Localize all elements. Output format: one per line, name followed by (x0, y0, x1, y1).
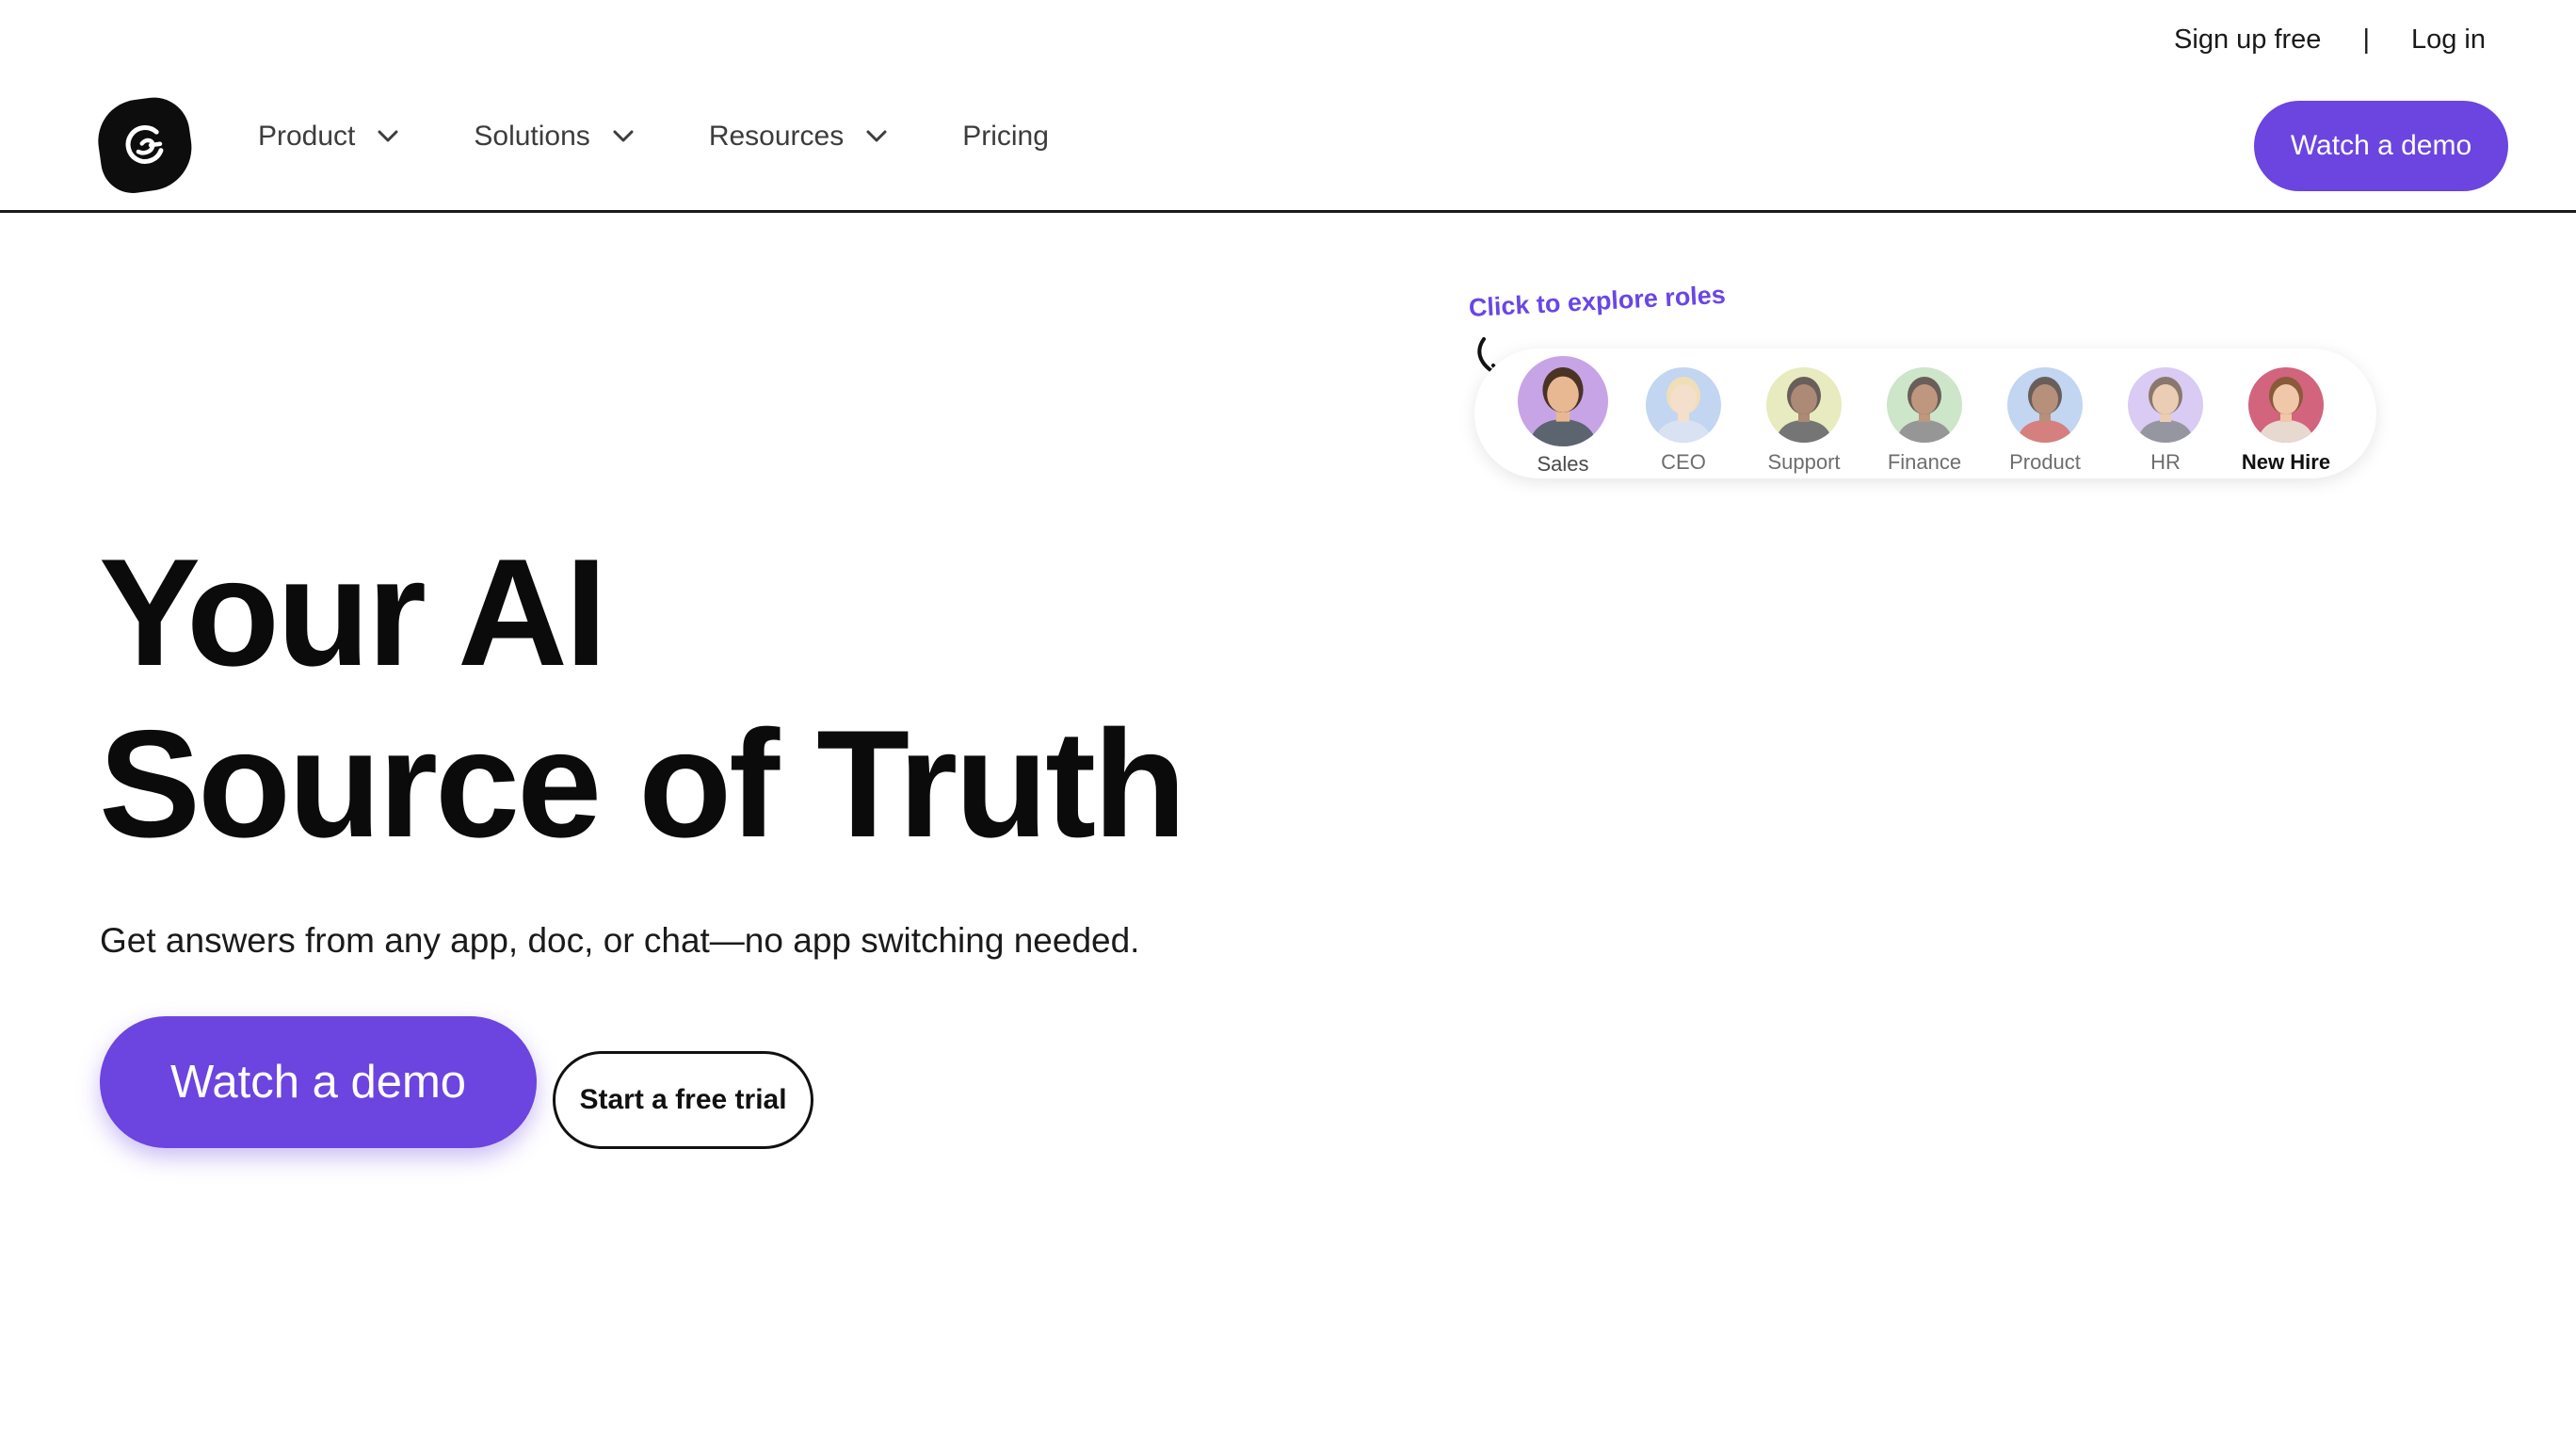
hero-title-line-2: Source of Truth (99, 699, 1186, 869)
person-portrait-icon (1776, 377, 1832, 443)
person-portrait-icon (1655, 377, 1712, 443)
hero-title-line-1: Your AI (99, 527, 607, 698)
role-label: New Hire (2241, 450, 2331, 474)
role-support[interactable]: Support (1759, 356, 1849, 475)
utility-links: Sign up free | Log in (2174, 24, 2486, 56)
nav-item-solutions[interactable]: Solutions (474, 121, 634, 153)
hero-title: Your AI Source of Truth (99, 527, 1186, 870)
role-product[interactable]: Product (2000, 356, 2090, 475)
hero-watch-demo-button[interactable]: Watch a demo (100, 1016, 537, 1148)
avatar (1518, 356, 1608, 446)
nav-item-product[interactable]: Product (258, 121, 398, 153)
nav-item-pricing[interactable]: Pricing (962, 121, 1049, 153)
header-watch-demo-button[interactable]: Watch a demo (2254, 101, 2508, 191)
explore-roles-hint: Click to explore roles (1468, 280, 1727, 322)
nav-item-label: Resources (708, 121, 845, 152)
avatar (1766, 367, 1842, 443)
utility-separator: | (2362, 24, 2370, 55)
nav-item-label: Solutions (474, 121, 590, 152)
chevron-down-icon (866, 130, 887, 142)
role-label: CEO (1661, 450, 1706, 474)
logo-glyph-icon (125, 124, 164, 164)
role-ceo[interactable]: CEO (1638, 356, 1729, 475)
role-new-hire[interactable]: New Hire (2241, 356, 2331, 475)
log-in-link[interactable]: Log in (2411, 24, 2486, 56)
avatar (2248, 367, 2324, 443)
chevron-down-icon (613, 130, 634, 142)
role-label: Finance (1887, 450, 1962, 474)
person-portrait-icon (2258, 377, 2314, 443)
chevron-down-icon (378, 130, 398, 142)
person-portrait-icon (1896, 377, 1953, 443)
hero-subtitle: Get answers from any app, doc, or chat—n… (100, 921, 1140, 960)
avatar (1887, 367, 1962, 443)
role-label: HR (2150, 450, 2181, 474)
nav-item-label: Product (258, 121, 356, 152)
main-nav: Product Solutions Resources Pricing (258, 121, 1049, 153)
avatar (2128, 367, 2203, 443)
brand-logo[interactable] (92, 92, 198, 198)
role-label: Support (1767, 450, 1841, 474)
page: Product Solutions Resources Pricing Watch a… (0, 0, 2576, 1441)
start-free-trial-button[interactable]: Start a free trial (553, 1051, 813, 1149)
role-selector: Sales CEO Support Finance Product HR New Hire (1474, 348, 2376, 478)
person-portrait-icon (2017, 377, 2073, 443)
person-portrait-icon (2137, 377, 2194, 443)
nav-item-label: Pricing (962, 121, 1049, 152)
role-finance[interactable]: Finance (1879, 356, 1970, 475)
role-hr[interactable]: HR (2120, 356, 2211, 475)
nav-item-resources[interactable]: Resources (709, 121, 887, 153)
avatar (1646, 367, 1721, 443)
role-label: Product (2009, 450, 2081, 474)
sign-up-link[interactable]: Sign up free (2174, 24, 2321, 56)
role-label: Sales (1537, 452, 1589, 476)
avatar (2007, 367, 2083, 443)
person-portrait-icon (1529, 367, 1597, 446)
role-sales[interactable]: Sales (1518, 356, 1608, 477)
